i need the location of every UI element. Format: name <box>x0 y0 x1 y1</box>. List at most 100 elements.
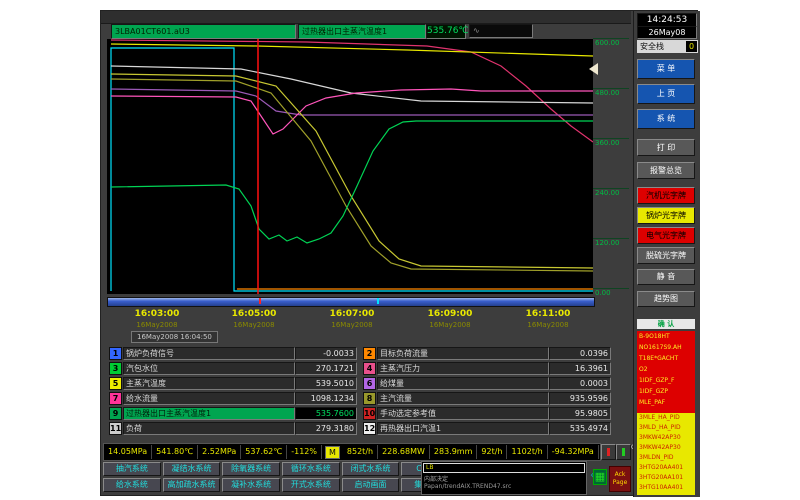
legend-label[interactable]: 负荷 <box>123 422 295 435</box>
x-tick-time: 16:11:00 <box>526 309 571 319</box>
scrollbar-mark[interactable] <box>259 298 261 304</box>
system-button[interactable]: 高加疏水系统 <box>163 478 221 492</box>
trace-5b-yellow <box>111 74 593 268</box>
legend-value: 16.3961 <box>549 362 611 375</box>
alarm-tag[interactable]: 3MKW42AP30 <box>637 443 695 453</box>
system-button[interactable]: 开式水系统 <box>282 478 340 492</box>
legend-label[interactable]: 给水流量 <box>123 392 295 405</box>
legend-value: -0.0033 <box>295 347 357 360</box>
green-marker-icon <box>622 448 625 456</box>
point-name-field[interactable]: 过热器出口主蒸汽温度1 <box>298 24 426 39</box>
legend-color-square: 12 <box>363 422 376 435</box>
screen: 3LBA01CT601.aU3 过热器出口主蒸汽温度1 535.76℃ ∿ 6 0… <box>0 0 800 500</box>
system-button[interactable]: 除氧器系统 <box>222 462 280 476</box>
console-input[interactable]: LB <box>423 463 585 473</box>
legend-row: 10手动选定参考值95.9805 <box>363 407 609 419</box>
alarm-ack-bar[interactable]: 确 认 <box>637 319 695 329</box>
legend-label[interactable]: 再热器出口汽温1 <box>377 422 549 435</box>
system-button[interactable]: 凝补水系统 <box>222 478 280 492</box>
x-tick-date: 16May2008 <box>233 321 274 329</box>
alarm-tag[interactable]: T18E*GACHT <box>637 353 695 364</box>
system-button[interactable]: 启动画面 <box>342 478 400 492</box>
scrollbar-mark[interactable] <box>377 298 379 304</box>
system-button[interactable]: 闭式水系统 <box>342 462 400 476</box>
sidebar-button-8[interactable]: 电气光字牌 <box>637 227 695 244</box>
y-tick-label: 360.00 <box>595 139 629 147</box>
legend-color-square: 1 <box>109 347 122 360</box>
sidebar-button-2[interactable]: 上 页 <box>637 84 695 104</box>
alarm-tag[interactable]: 3HTG10AA401 <box>637 483 695 493</box>
alarm-tag[interactable]: 3HTG20AA101 <box>637 473 695 483</box>
green-marker-button[interactable] <box>616 444 631 460</box>
trace-8-olive <box>111 79 593 271</box>
sidebar-button-5[interactable]: 报警总览 <box>637 162 695 179</box>
legend-label[interactable]: 锅炉负荷信号 <box>123 347 295 360</box>
alarm-tag[interactable]: 3HTG20AA401 <box>637 463 695 473</box>
status-value: 228.68MW <box>378 445 430 459</box>
legend-value: 0.0396 <box>549 347 611 360</box>
status-value: 1102t/h <box>507 445 547 459</box>
legend-color-square: 5 <box>109 377 122 390</box>
sidebar-button-10[interactable]: 静 音 <box>637 269 695 285</box>
legend-color-square: 4 <box>363 362 376 375</box>
system-button[interactable]: 抽汽系统 <box>103 462 161 476</box>
legend-color-square: 2 <box>363 347 376 360</box>
header-aux-box[interactable]: ∿ <box>469 24 533 38</box>
trace-3-green <box>111 121 593 243</box>
alarm-list-yellow: 3MLE_HA_PID3MLD_HA_PID3MKW42AP303MKW42AP… <box>637 413 695 495</box>
point-tag-field[interactable]: 3LBA01CT601.aU3 <box>111 24 296 39</box>
legend-color-square: 6 <box>363 377 376 390</box>
alarm-tag[interactable]: 1IDF_GZP <box>637 386 695 397</box>
alarm-tag[interactable]: O2 <box>637 364 695 375</box>
trace-5-yellow-flat <box>111 44 593 56</box>
legend-label[interactable]: 给煤量 <box>377 377 549 390</box>
alarm-tag[interactable]: 3MLE_HA_PID <box>637 413 695 423</box>
sidebar-button-9[interactable]: 脱硫光字牌 <box>637 247 695 264</box>
alarm-tag[interactable]: MLE_PAF <box>637 397 695 408</box>
trace-1-cyan <box>111 48 593 291</box>
system-button[interactable]: 循环水系统 <box>282 462 340 476</box>
trend-plot-area[interactable] <box>107 39 593 294</box>
legend-label[interactable]: 汽包水位 <box>123 362 295 375</box>
grid-icon[interactable]: ▦ <box>593 469 607 485</box>
status-value: 2.52MPa <box>198 445 241 459</box>
system-button[interactable]: 凝结水系统 <box>163 462 221 476</box>
red-marker-button[interactable] <box>601 444 616 460</box>
sidebar-button-3[interactable]: 系 统 <box>637 109 695 129</box>
sidebar-button-6[interactable]: 汽机光字牌 <box>637 187 695 204</box>
x-tick-time: 16:07:00 <box>330 309 375 319</box>
legend-color-square: 3 <box>109 362 122 375</box>
clock-time: 14:24:53 <box>637 13 697 27</box>
safety-label: 安全栈 <box>640 42 664 51</box>
legend-label[interactable]: 主汽流量 <box>377 392 549 405</box>
alarm-tag[interactable]: NO1617S9.AH <box>637 342 695 353</box>
alarm-tag[interactable]: 1IDF_GZP_F <box>637 375 695 386</box>
ack-page-button[interactable]: Ack Page <box>609 466 631 492</box>
legend-label[interactable]: 主蒸汽温度 <box>123 377 295 390</box>
sidebar-button-4[interactable]: 打 印 <box>637 139 695 156</box>
legend-label[interactable]: 手动选定参考值 <box>377 407 549 420</box>
legend-label[interactable]: 过热器出口主蒸汽温度1 <box>123 407 295 420</box>
console-info: 内部决定 <box>424 474 448 483</box>
y-tick-label: 480.00 <box>595 89 629 97</box>
legend-color-square: 7 <box>109 392 122 405</box>
alarm-tag[interactable]: 3MKW42AP30 <box>637 433 695 443</box>
legend-label[interactable]: 目标负荷流量 <box>377 347 549 360</box>
legend-row: 6给煤量0.0003 <box>363 377 609 389</box>
value-marker-triangle[interactable] <box>589 63 598 75</box>
point-value-field: 535.76℃ <box>426 24 466 39</box>
clock-date: 26May08 <box>637 26 697 39</box>
system-button[interactable]: 给水系统 <box>103 478 161 492</box>
sidebar-button-7[interactable]: 锅炉光字牌 <box>637 207 695 224</box>
alarm-tag[interactable]: 3MLD_HA_PID <box>637 423 695 433</box>
time-scrollbar[interactable] <box>107 297 595 307</box>
alarm-tag[interactable]: 3MLDN_PID <box>637 453 695 463</box>
legend-label[interactable]: 主蒸汽压力 <box>377 362 549 375</box>
sidebar-button-1[interactable]: 菜 单 <box>637 59 695 79</box>
alarm-tag[interactable]: B-9O18HT <box>637 331 695 342</box>
trace-12-white <box>111 66 593 103</box>
sidebar-button-11[interactable]: 趋势图 <box>637 291 695 307</box>
console-path: Papan/trendAIX.TREND47.src <box>424 483 511 490</box>
legend-row: 9过热器出口主蒸汽温度1535.7600 <box>109 407 355 419</box>
status-bar: 14.05MPa541.80℃2.52MPa537.62℃-112%M852t/… <box>103 443 601 461</box>
